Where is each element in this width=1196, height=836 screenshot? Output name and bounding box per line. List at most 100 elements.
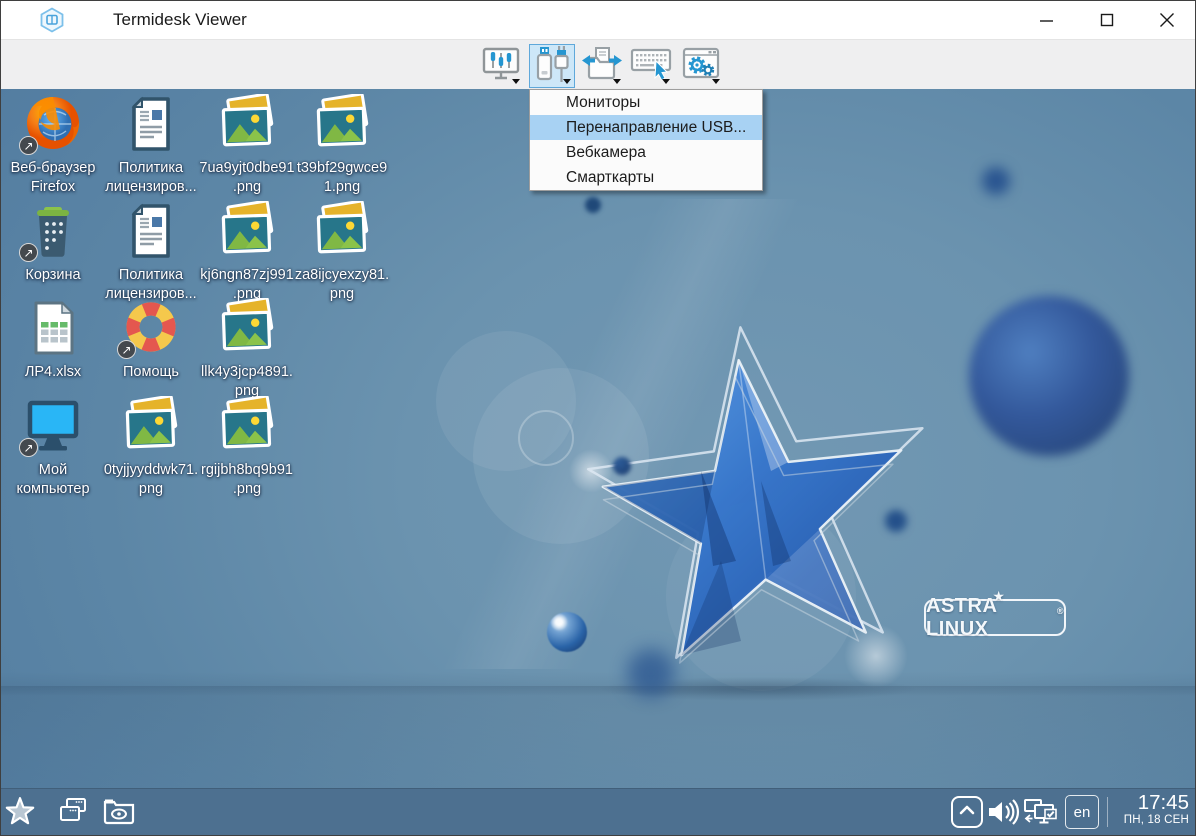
desktop-icon[interactable]: ↗ Корзина [3,199,103,285]
clock-widget[interactable]: 17:45 ПН, 18 СЕН [1111,792,1189,827]
logo-registered-mark: ® [1057,606,1064,616]
desktop-icon[interactable]: 7ua9yjt0dbe91.png [197,92,297,197]
keyboard-layout-label: en [1074,804,1091,821]
desktop-icon-label: za8ijcyexzy81.png [292,266,392,304]
desktop-icon[interactable]: kj6ngn87zj991.png [197,199,297,304]
desktop-icon[interactable]: ↗ Мойкомпьютер [3,394,103,499]
document-icon [119,199,183,263]
desktop-icon-label: Политикалицензиров... [101,159,201,197]
desktop-icon[interactable]: 0tyjjyyddwk71.png [101,394,201,499]
usb-redirect-button[interactable] [529,44,575,88]
blue-sphere-small [613,457,631,475]
window-title: Termidesk Viewer [113,10,247,30]
chevron-up-icon [957,803,977,822]
network-status-button[interactable] [1023,796,1061,833]
dropdown-caret-icon [712,79,720,84]
astra-linux-logo: ★ ASTRA LINUX ® [924,599,1066,636]
lens-flare [473,368,649,544]
dropdown-caret-icon [563,79,571,84]
desktop-icon[interactable]: Политикалицензиров... [101,92,201,197]
image-icon [215,92,279,156]
star-icon [4,796,36,833]
blue-sphere-blurred [982,167,1010,195]
clock-time: 17:45 [1111,792,1189,814]
menu-item[interactable]: Смарткарты [530,165,762,190]
desktop-icon-label: Мойкомпьютер [3,461,103,499]
maximize-button[interactable] [1085,1,1129,39]
xlsx-icon [21,296,85,360]
minimize-button[interactable] [1025,1,1069,39]
tray-expand-button[interactable] [951,796,983,828]
trash-icon: ↗ [21,199,85,263]
horizon-shadow [1,686,1195,696]
volume-button[interactable] [987,796,1021,833]
start-menu-button[interactable] [4,796,36,833]
windows-icon [57,796,89,831]
taskbar: en 17:45 ПН, 18 СЕН [1,788,1195,835]
desktop-icon-label: t39bf29gwce91.png [292,159,392,197]
shortcut-arrow-icon: ↗ [19,438,38,457]
blue-sphere-small [885,510,907,532]
session-toolbar [1,39,1195,90]
folder-eye-icon [102,796,136,831]
menu-item[interactable]: Перенаправление USB... [530,115,762,140]
speaker-icon [987,796,1021,833]
blue-sphere-large [969,296,1129,456]
shortcut-arrow-icon: ↗ [19,136,38,155]
desktop-icon[interactable]: Политикалицензиров... [101,199,201,304]
menu-item[interactable]: Мониторы [530,90,762,115]
document-icon [119,92,183,156]
dropdown-caret-icon [613,79,621,84]
show-desktop-button[interactable] [102,796,136,831]
logo-star-icon: ★ [992,588,1005,605]
desktop-icon[interactable]: za8ijcyexzy81.png [292,199,392,304]
menu-item[interactable]: Вебкамера [530,140,762,165]
lens-flare [666,501,856,691]
blue-sphere-shiny [547,612,587,652]
dropdown-caret-icon [662,79,670,84]
desktop-icon-label: ЛР4.xlsx [3,363,103,382]
file-transfer-button[interactable] [579,44,625,88]
blue-sphere-small [585,197,601,213]
lens-flare [436,331,576,471]
desktop-icon[interactable]: t39bf29gwce91.png [292,92,392,197]
lens-flare-glow [569,449,613,493]
session-preferences-button[interactable] [678,44,724,88]
keyboard-input-button[interactable] [628,44,674,88]
blue-sphere-blurred [627,649,675,697]
desktop-icon[interactable]: ЛР4.xlsx [3,296,103,382]
lens-flare-glow [844,624,908,688]
desktop-icon[interactable]: rgijbh8bq9b91.png [197,394,297,499]
image-icon [119,394,183,458]
computer-icon: ↗ [21,394,85,458]
usb-dropdown-menu: МониторыПеренаправление USB...ВебкамераС… [529,89,763,191]
desktop-icon-label: Помощь [101,363,201,382]
logo-text: ASTRA LINUX [926,595,1055,641]
lens-flare-ring [518,410,574,466]
desktop-icon[interactable]: ↗ Веб-браузерFirefox [3,92,103,197]
desktop-icon[interactable]: ↗ Помощь [101,296,201,382]
desktop-icon[interactable]: llk4y3jcp4891.png [197,296,297,401]
help-icon: ↗ [119,296,183,360]
desktop-icon-label: Корзина [3,266,103,285]
desktop-icon-label: 7ua9yjt0dbe91.png [197,159,297,197]
network-displays-icon [1023,796,1061,833]
dropdown-caret-icon [512,79,520,84]
termidesk-viewer-window: Termidesk Viewer [0,0,1196,836]
firefox-icon: ↗ [21,92,85,156]
close-button[interactable] [1145,1,1189,39]
remote-desktop[interactable]: ★ ASTRA LINUX ® ↗Веб-браузерFirefox Поли… [1,89,1195,791]
termidesk-logo-icon [39,7,65,33]
clock-date: ПН, 18 СЕН [1111,814,1189,827]
tray-divider [1107,797,1108,827]
desktop-icon-label: rgijbh8bq9b91.png [197,461,297,499]
image-icon [310,199,374,263]
desktop-icon-label: 0tyjjyyddwk71.png [101,461,201,499]
display-settings-button[interactable] [478,44,524,88]
image-icon [310,92,374,156]
window-list-button[interactable] [57,796,89,831]
image-icon [215,199,279,263]
keyboard-layout-indicator[interactable]: en [1065,795,1099,829]
desktop-icon-label: Веб-браузерFirefox [3,159,103,197]
image-icon [215,394,279,458]
